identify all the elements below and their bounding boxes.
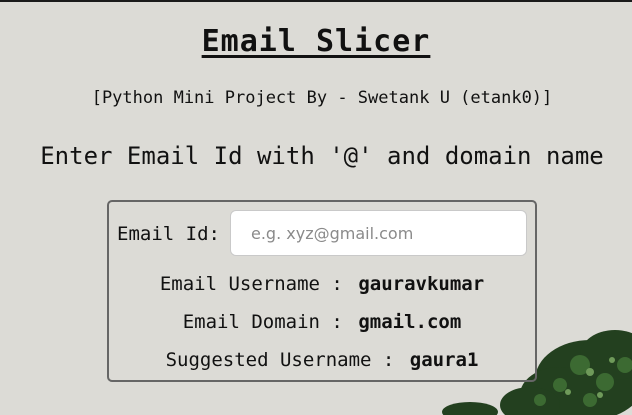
email-domain-value: gmail.com: [358, 311, 462, 333]
email-domain-row: Email Domain : gmail.com: [109, 310, 535, 334]
email-username-label: Email Username :: [159, 273, 343, 295]
instruction-text: Enter Email Id with '@' and domain name: [40, 142, 604, 170]
email-id-label: Email Id:: [117, 223, 220, 245]
page-subtitle: [Python Mini Project By - Swetank U (eta…: [91, 88, 553, 108]
page-title: Email Slicer: [201, 24, 431, 59]
email-input[interactable]: [230, 210, 527, 256]
email-username-row: Email Username : gauravkumar: [109, 272, 535, 296]
suggested-username-value: gaura1: [409, 349, 479, 371]
top-border: [0, 0, 632, 2]
email-username-value: gauravkumar: [358, 273, 485, 295]
suggested-username-row: Suggested Username : gaura1: [109, 348, 535, 372]
email-domain-label: Email Domain :: [182, 311, 343, 333]
suggested-username-label: Suggested Username :: [165, 349, 395, 371]
email-form-panel: Email Id: Email Username : gauravkumar E…: [107, 200, 537, 382]
